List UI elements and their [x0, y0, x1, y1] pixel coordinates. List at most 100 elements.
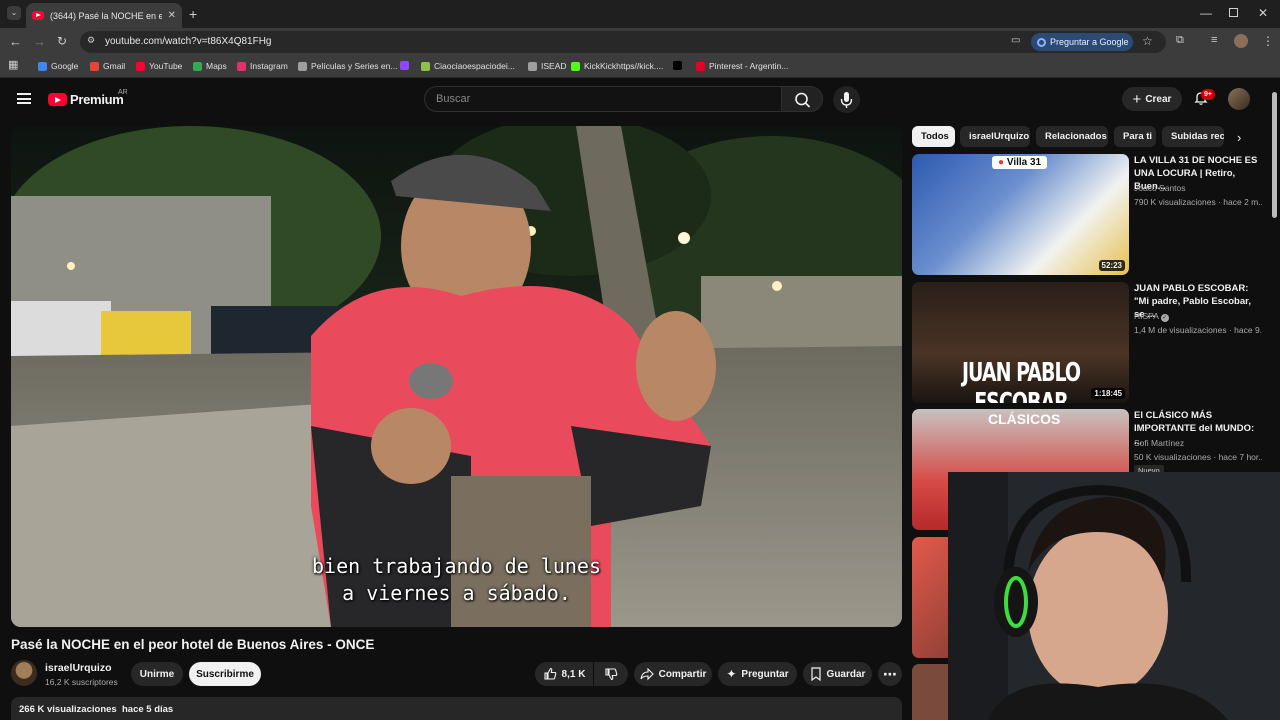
video-captions: bien trabajando de lunes a viernes a sáb… [11, 553, 902, 607]
video-title: Pasé la NOCHE en el peor hotel de Buenos… [11, 637, 375, 652]
recommendation-meta: 1,4 M de visualizaciones · hace 9... [1134, 325, 1262, 335]
subscribe-button[interactable]: Suscribirme [189, 662, 261, 686]
view-count: 266 K visualizaciones [19, 704, 117, 715]
bookmark-item[interactable] [400, 61, 409, 70]
chips-next-icon[interactable]: › [1237, 130, 1241, 145]
browser-tab-active[interactable]: (3644) Pasé la NOCHE en el peor hotel de… [26, 3, 182, 28]
bookmark-star-icon[interactable]: ☆ [1142, 35, 1153, 47]
recommendation-channel[interactable]: Sofi Martínez [1134, 438, 1184, 448]
video-frame [11, 126, 902, 627]
extensions-icon[interactable]: ⧉ [1176, 35, 1184, 46]
share-button[interactable]: Compartir [634, 662, 712, 686]
bookmark-item[interactable] [673, 61, 682, 70]
notification-badge: 9+ [1201, 89, 1215, 100]
recommendation-channel[interactable]: Joaco Santos [1134, 183, 1186, 193]
like-button[interactable]: 8,1 K [535, 662, 593, 686]
bookmark-label: Maps [206, 61, 227, 71]
thumbs-down-icon [605, 668, 618, 681]
bookmark-item[interactable]: Google [38, 61, 78, 71]
save-button[interactable]: Guardar [803, 662, 872, 686]
close-window-button[interactable]: ✕ [1258, 7, 1268, 19]
bookmark-label: Películas y Series en... [311, 61, 398, 71]
guide-menu-icon[interactable] [17, 93, 31, 104]
chip-for-you[interactable]: Para ti [1114, 126, 1156, 147]
apps-grid-icon[interactable]: ▦ [8, 60, 18, 71]
reload-icon[interactable]: ↻ [57, 35, 67, 47]
video-thumbnail[interactable]: JUAN PABLO ESCOBAR 1:18:45 [912, 282, 1129, 403]
site-info-icon[interactable]: ⚙ [87, 36, 95, 45]
recommendation-meta: 50 K visualizaciones · hace 7 hor... [1134, 452, 1262, 462]
profile-icon[interactable] [1234, 34, 1248, 48]
upload-age: hace 5 días [121, 704, 174, 715]
tab-title: (3644) Pasé la NOCHE en el peor hotel de… [50, 10, 162, 21]
browser-menu-icon[interactable]: ⋮ [1262, 35, 1274, 47]
close-tab-icon[interactable]: ✕ [168, 10, 176, 21]
bookmark-item[interactable]: ISEAD [528, 61, 567, 71]
join-button[interactable]: Unirme [131, 662, 183, 686]
bookmark-label: YouTube [149, 61, 183, 71]
bookmark-item[interactable]: Gmail [90, 61, 125, 71]
chip-todos[interactable]: Todos [912, 126, 955, 147]
voice-search-button[interactable] [833, 86, 860, 113]
channel-name[interactable]: israelUrquizo [45, 662, 112, 674]
media-icon[interactable]: ≡ [1211, 35, 1217, 46]
microphone-icon [840, 92, 853, 108]
description-box[interactable]: 266 K visualizaciones hace 5 días [11, 697, 902, 720]
install-icon[interactable]: ▭ [1011, 36, 1020, 46]
search-input[interactable]: Buscar [424, 86, 782, 112]
ask-button[interactable]: ✦ Preguntar [718, 662, 797, 686]
verified-icon: ✓ [1160, 314, 1169, 322]
recommendation-item[interactable]: JUAN PABLO ESCOBAR 1:18:45 JUAN PABLO ES… [912, 282, 1272, 403]
ask-google-button[interactable]: Preguntar a Google [1031, 33, 1133, 51]
bookmark-item[interactable]: Pinterest - Argentin... [696, 61, 788, 71]
youtube-premium-logo[interactable]: Premium AR [48, 89, 128, 107]
like-count: 8,1 K [561, 668, 586, 680]
chip-recent-uploads[interactable]: Subidas recientes [1162, 126, 1224, 147]
bookmark-item[interactable]: Ciaociaoespaciodei... [421, 61, 515, 71]
bookmark-item[interactable]: KickKickhttps//kick.... [571, 61, 663, 71]
new-tab-button[interactable]: + [189, 7, 197, 21]
map-pin-icon: ● [998, 157, 1005, 168]
bookmark-favicon-icon [421, 61, 430, 71]
back-icon[interactable]: ← [9, 35, 22, 48]
thumb-headline: CLÁSICOS [988, 411, 1061, 427]
minimize-button[interactable]: — [1200, 7, 1212, 19]
recommendation-channel[interactable]: HISPA ✓ [1134, 311, 1169, 322]
chip-channel[interactable]: israelUrquizo [960, 126, 1030, 147]
video-thumbnail[interactable]: ● Villa 31 52:23 [912, 154, 1129, 275]
bookmark-item[interactable]: YouTube [136, 61, 182, 71]
bookmark-icon [810, 667, 821, 681]
streamer-webcam [948, 472, 1280, 720]
logo-text: Premium [70, 92, 124, 107]
more-horizontal-icon: ⋯ [883, 665, 897, 682]
bookmark-item[interactable]: Instagram [237, 61, 288, 71]
channel-label: HISPA [1134, 311, 1159, 321]
channel-avatar[interactable] [11, 660, 37, 686]
more-actions-button[interactable]: ⋯ [878, 662, 902, 686]
share-label: Compartir [658, 668, 707, 680]
video-player[interactable] [11, 126, 902, 627]
create-button[interactable]: + Crear [1122, 87, 1182, 111]
recommendation-item[interactable]: ● Villa 31 52:23 LA VILLA 31 DE NOCHE ES… [912, 154, 1272, 275]
bookmark-item[interactable]: Maps [193, 61, 227, 71]
forward-icon[interactable]: → [33, 35, 46, 48]
account-avatar[interactable] [1228, 88, 1250, 110]
caption-line-1: bien trabajando de lunes [312, 554, 601, 578]
bookmark-item[interactable]: Películas y Series en... [298, 61, 397, 71]
chip-label: Para ti [1123, 131, 1153, 142]
bookmark-favicon-icon [298, 61, 307, 71]
tab-search-button[interactable]: ⌄ [7, 6, 21, 20]
restore-button[interactable] [1229, 8, 1238, 17]
webcam-frame [948, 472, 1280, 720]
chip-related[interactable]: Relacionados [1036, 126, 1108, 147]
search-button[interactable] [781, 86, 823, 112]
share-icon [640, 667, 654, 681]
video-duration: 1:18:45 [1091, 388, 1125, 399]
chip-label: Relacionados [1045, 131, 1107, 142]
dislike-button[interactable] [594, 662, 628, 686]
page-scrollbar[interactable] [1272, 92, 1277, 218]
url-text[interactable]: youtube.com/watch?v=t86X4Q81FHg [105, 36, 271, 47]
bookmark-label: Ciaociaoespaciodei... [434, 61, 515, 71]
bookmark-label: Instagram [250, 61, 288, 71]
thumb-text: Villa 31 [1006, 157, 1042, 168]
